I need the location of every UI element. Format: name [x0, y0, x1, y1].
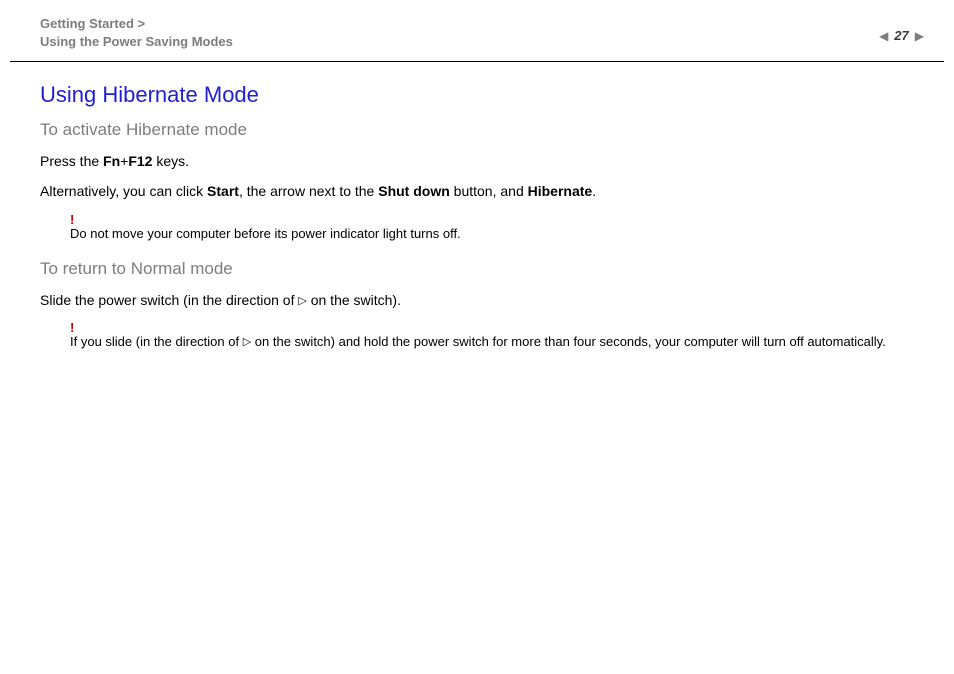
section-heading-return: To return to Normal mode [40, 259, 914, 279]
page: Getting Started > Using the Power Saving… [0, 0, 954, 674]
instruction-press-keys: Press the Fn+F12 keys. [40, 152, 914, 172]
breadcrumb-line2: Using the Power Saving Modes [40, 34, 233, 49]
warning-text-2: If you slide (in the direction of ▷ on t… [70, 334, 886, 349]
breadcrumb: Getting Started > Using the Power Saving… [40, 15, 924, 51]
triangle-icon: ▷ [243, 336, 251, 348]
warning-icon: ! [70, 320, 914, 335]
warning-note-2: ! If you slide (in the direction of ▷ on… [70, 320, 914, 349]
warning-icon: ! [70, 212, 914, 227]
section-heading-activate: To activate Hibernate mode [40, 120, 914, 140]
warning-text-1: Do not move your computer before its pow… [70, 226, 461, 241]
triangle-icon: ▷ [298, 295, 306, 307]
page-nav: ◀ 27 ▶ [879, 28, 924, 43]
instruction-slide-switch: Slide the power switch (in the direction… [40, 291, 914, 311]
instruction-click-start: Alternatively, you can click Start, the … [40, 182, 914, 202]
page-content: Using Hibernate Mode To activate Hiberna… [0, 62, 954, 349]
page-number: 27 [894, 28, 908, 43]
page-title: Using Hibernate Mode [40, 82, 914, 108]
prev-page-icon[interactable]: ◀ [879, 29, 888, 43]
page-header: Getting Started > Using the Power Saving… [0, 0, 954, 61]
next-page-icon[interactable]: ▶ [915, 29, 924, 43]
warning-note-1: ! Do not move your computer before its p… [70, 212, 914, 241]
breadcrumb-line1: Getting Started > [40, 16, 145, 31]
